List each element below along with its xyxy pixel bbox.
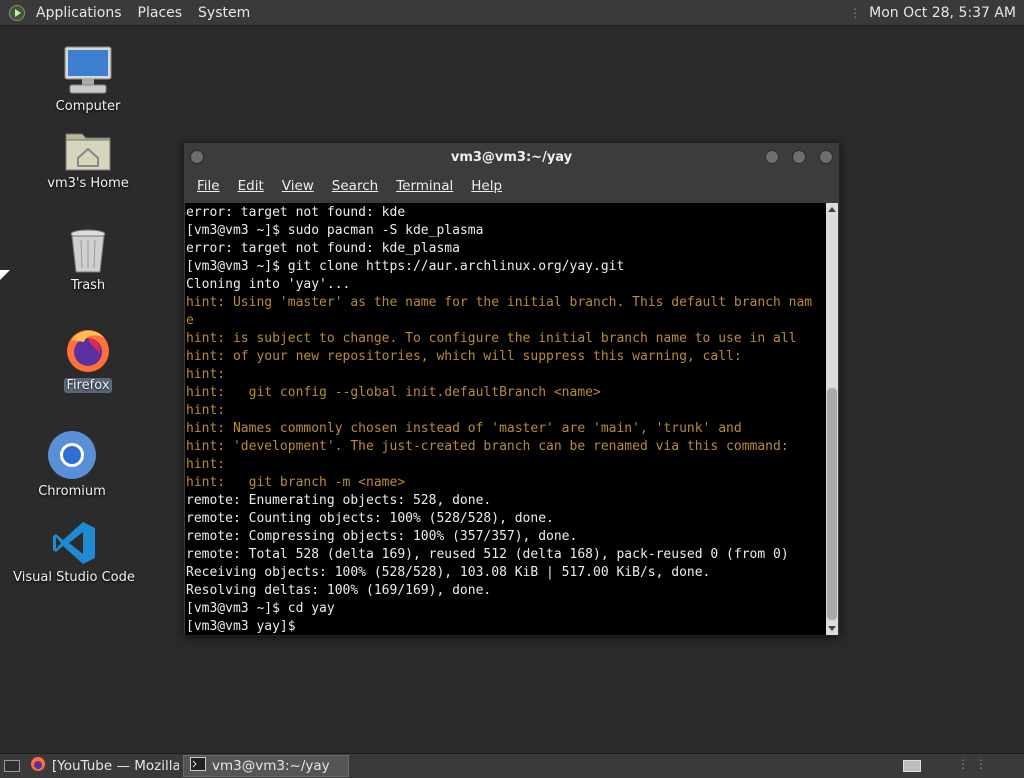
- menu-search[interactable]: Search: [323, 178, 387, 194]
- taskbar-item-firefox[interactable]: [YouTube — Mozilla...: [24, 755, 179, 777]
- desktop-icon-trash[interactable]: Trash: [48, 228, 128, 293]
- taskbar-item-terminal[interactable]: vm3@vm3:~/yay: [183, 755, 349, 777]
- desktop-icon-label: Firefox: [64, 378, 112, 393]
- menu-terminal[interactable]: Terminal: [387, 178, 462, 194]
- terminal-title: vm3@vm3:~/yay: [450, 149, 573, 165]
- home-folder-icon: [65, 133, 111, 171]
- top-panel: Applications Places System ⋮ Mon Oct 28,…: [0, 0, 1024, 26]
- chromium-icon: [48, 431, 96, 479]
- terminal-line: [vm3@vm3 ~]$ cd yay: [186, 601, 335, 616]
- menu-file[interactable]: File: [188, 178, 229, 194]
- terminal-output[interactable]: error: target not found: kde [vm3@vm3 ~]$…: [185, 203, 827, 635]
- close-button[interactable]: [819, 150, 833, 164]
- computer-icon: [64, 46, 112, 94]
- terminal-line: hint:: [186, 457, 226, 472]
- terminal-line: remote: Compressing objects: 100% (357/3…: [186, 529, 578, 544]
- terminal-window[interactable]: vm3@vm3:~/yay File Edit View Search Term…: [183, 142, 840, 636]
- window-menu-button[interactable]: [190, 150, 204, 164]
- places-menu[interactable]: Places: [130, 5, 191, 21]
- workspace-switcher[interactable]: [903, 760, 921, 772]
- terminal-line: remote: Counting objects: 100% (528/528)…: [186, 511, 554, 526]
- scrollbar-thumb[interactable]: [827, 388, 837, 620]
- firefox-icon: [30, 756, 46, 776]
- desktop-icon-label: Computer: [55, 99, 121, 114]
- terminal-line: hint: Names commonly chosen instead of '…: [186, 421, 742, 436]
- terminal-line: error: target not found: kde: [186, 205, 406, 220]
- terminal-line: Receiving objects: 100% (528/528), 103.0…: [186, 565, 711, 580]
- terminal-line: hint:: [186, 403, 226, 418]
- terminal-line: [vm3@vm3 ~]$ git clone https://aur.archl…: [186, 259, 625, 274]
- maximize-button[interactable]: [792, 150, 806, 164]
- desktop-icon-home[interactable]: vm3's Home: [43, 128, 133, 191]
- taskbar-item-label: [YouTube — Mozilla...: [52, 758, 179, 774]
- terminal-scrollbar[interactable]: [826, 203, 838, 635]
- terminal-line: Cloning into 'yay'...: [186, 277, 351, 292]
- desktop-icon-label: vm3's Home: [47, 176, 129, 191]
- terminal-line: [vm3@vm3 ~]$ sudo pacman -S kde_plasma: [186, 223, 484, 238]
- menu-edit[interactable]: Edit: [229, 178, 273, 194]
- panel-separator-icon: ⋮: [849, 5, 862, 20]
- terminal-line: e: [186, 313, 194, 328]
- scroll-down-icon[interactable]: [828, 626, 836, 631]
- minimize-button[interactable]: [765, 150, 779, 164]
- taskbar-item-label: vm3@vm3:~/yay: [212, 758, 330, 774]
- terminal-line: [vm3@vm3 yay]$: [186, 619, 296, 634]
- trash-icon: [70, 229, 106, 273]
- desktop-icon-firefox[interactable]: Firefox: [48, 326, 128, 393]
- terminal-menubar: File Edit View Search Terminal Help: [184, 171, 839, 201]
- desktop-icon-chromium[interactable]: Chromium: [32, 430, 112, 499]
- terminal-line: hint: of your new repositories, which wi…: [186, 349, 742, 364]
- clock[interactable]: Mon Oct 28, 5:37 AM: [869, 5, 1016, 21]
- vscode-icon: [53, 522, 95, 564]
- terminal-line: hint: Using 'master' as the name for the…: [186, 295, 813, 310]
- system-menu[interactable]: System: [190, 5, 258, 21]
- show-desktop-icon[interactable]: [4, 760, 20, 772]
- desktop-icon-computer[interactable]: Computer: [48, 45, 128, 114]
- terminal-line: error: target not found: kde_plasma: [186, 241, 460, 256]
- terminal-line: Resolving deltas: 100% (169/169), done.: [186, 583, 492, 598]
- terminal-line: remote: Total 528 (delta 169), reused 51…: [186, 547, 789, 562]
- menu-help[interactable]: Help: [462, 178, 511, 194]
- mouse-cursor-icon: [0, 270, 10, 280]
- desktop-icon-label: Trash: [70, 278, 106, 293]
- applications-menu[interactable]: Applications: [28, 5, 130, 21]
- desktop-icon-label: Visual Studio Code: [13, 570, 135, 585]
- desktop-icon-vscode[interactable]: Visual Studio Code: [13, 520, 135, 585]
- desktop-icon-label: Chromium: [38, 484, 106, 499]
- distro-logo-icon[interactable]: [9, 4, 25, 21]
- terminal-icon: [190, 757, 206, 775]
- firefox-icon: [67, 330, 109, 372]
- bottom-panel: [YouTube — Mozilla... vm3@vm3:~/yay ⋮⋮: [0, 753, 1024, 778]
- terminal-line: hint: is subject to change. To configure…: [186, 331, 797, 346]
- terminal-line: hint: git branch -m <name>: [186, 475, 406, 490]
- menu-view[interactable]: View: [273, 178, 323, 194]
- terminal-line: hint: git config --global init.defaultBr…: [186, 385, 601, 400]
- panel-grip-icon: ⋮⋮: [957, 757, 993, 771]
- terminal-titlebar[interactable]: vm3@vm3:~/yay: [184, 143, 839, 171]
- clock-area: ⋮ Mon Oct 28, 5:37 AM: [849, 5, 1024, 21]
- terminal-line: remote: Enumerating objects: 528, done.: [186, 493, 492, 508]
- scroll-up-icon[interactable]: [828, 207, 836, 212]
- terminal-line: hint: 'development'. The just-created br…: [186, 439, 789, 454]
- terminal-line: hint:: [186, 367, 226, 382]
